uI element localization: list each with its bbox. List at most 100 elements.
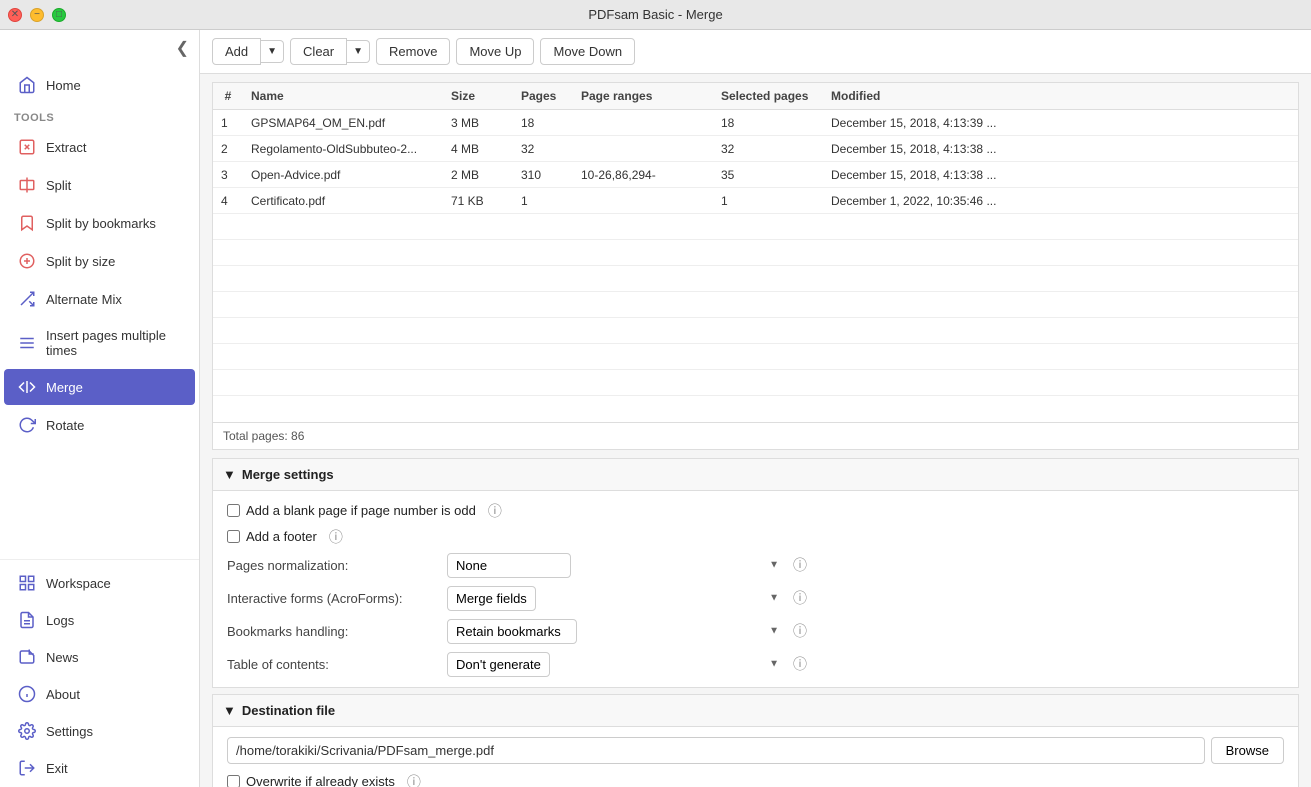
cell-modified: December 15, 2018, 4:13:38 ... (823, 136, 1298, 162)
sidebar-item-about[interactable]: About (4, 676, 195, 712)
add-button[interactable]: Add (212, 38, 261, 65)
sidebar-item-home[interactable]: Home (4, 67, 195, 103)
bookmarks-help-icon[interactable]: ⓘ (793, 621, 807, 641)
destination-path-row: Browse (227, 737, 1284, 764)
toc-row: Table of contents: Don't generate Genera… (227, 652, 1284, 677)
sidebar-item-insert-pages[interactable]: Insert pages multiple times (4, 319, 195, 367)
footer-help-icon[interactable]: ⓘ (329, 527, 343, 547)
sidebar-item-split[interactable]: Split (4, 167, 195, 203)
toc-select-wrapper: Don't generate Generate (447, 652, 787, 677)
sidebar-extract-label: Extract (46, 140, 86, 155)
split-bookmark-icon (18, 214, 36, 232)
logs-icon (18, 611, 36, 629)
sidebar-item-news[interactable]: News (4, 639, 195, 675)
blank-page-row: Add a blank page if page number is odd ⓘ (227, 501, 1284, 521)
col-header-name: Name (243, 83, 443, 110)
sidebar-item-split-by-size[interactable]: Split by size (4, 243, 195, 279)
toc-select[interactable]: Don't generate Generate (447, 652, 550, 677)
interactive-forms-help-icon[interactable]: ⓘ (793, 588, 807, 608)
blank-page-checkbox[interactable] (227, 504, 240, 517)
cell-selected-pages: 32 (713, 136, 823, 162)
table-row-empty (213, 318, 1298, 344)
pages-normalization-select[interactable]: None Normalize to A4 Normalize to letter (447, 553, 571, 578)
table-row-empty (213, 370, 1298, 396)
table-row-empty (213, 240, 1298, 266)
table-row-empty (213, 396, 1298, 422)
destination-title: Destination file (242, 703, 335, 718)
split-icon (18, 176, 36, 194)
sidebar-item-split-by-bookmarks[interactable]: Split by bookmarks (4, 205, 195, 241)
cell-size: 2 MB (443, 162, 513, 188)
tools-section-label: TOOLS (0, 104, 199, 128)
sidebar-logs-label: Logs (46, 613, 74, 628)
cell-name: Open-Advice.pdf (243, 162, 443, 188)
sidebar-split-label: Split (46, 178, 71, 193)
footer-checkbox[interactable] (227, 530, 240, 543)
bookmarks-label: Bookmarks handling: (227, 624, 447, 639)
main-content: Add ▼ Clear ▼ Remove Move Up (200, 30, 1311, 787)
remove-button[interactable]: Remove (376, 38, 450, 65)
cell-num: 2 (213, 136, 243, 162)
table-row[interactable]: 1 GPSMAP64_OM_EN.pdf 3 MB 18 18 December… (213, 110, 1298, 136)
sidebar-split-bookmarks-label: Split by bookmarks (46, 216, 156, 231)
file-table-container: # Name Size Pages Page ranges Selected p… (212, 82, 1299, 423)
bookmarks-select[interactable]: Retain bookmarks Discard bookmarks (447, 619, 577, 644)
sidebar-item-extract[interactable]: Extract (4, 129, 195, 165)
col-header-num: # (213, 83, 243, 110)
merge-settings-header[interactable]: ▼ Merge settings (213, 459, 1298, 491)
interactive-forms-select[interactable]: Merge fields Flatten Discard (447, 586, 536, 611)
alternate-icon (18, 290, 36, 308)
sidebar-item-alternate-mix[interactable]: Alternate Mix (4, 281, 195, 317)
browse-button[interactable]: Browse (1211, 737, 1284, 764)
pages-normalization-help-icon[interactable]: ⓘ (793, 555, 807, 575)
sidebar-collapse-button[interactable]: ❮ (166, 30, 199, 66)
cell-page-ranges: 10-26,86,294- (573, 162, 713, 188)
window-controls: ✕ − □ (8, 8, 66, 22)
clear-dropdown-button[interactable]: ▼ (347, 40, 370, 63)
close-button[interactable]: ✕ (8, 8, 22, 22)
overwrite-row: Overwrite if already exists ⓘ (227, 772, 1284, 787)
interactive-forms-label: Interactive forms (AcroForms): (227, 591, 447, 606)
merge-settings-body: Add a blank page if page number is odd ⓘ… (213, 491, 1298, 687)
table-row[interactable]: 4 Certificato.pdf 71 KB 1 1 December 1, … (213, 188, 1298, 214)
sidebar-item-logs[interactable]: Logs (4, 602, 195, 638)
move-up-button[interactable]: Move Up (456, 38, 534, 65)
clear-button[interactable]: Clear (290, 38, 347, 65)
move-down-button[interactable]: Move Down (540, 38, 635, 65)
sidebar-item-workspace[interactable]: Workspace (4, 565, 195, 601)
maximize-button[interactable]: □ (52, 8, 66, 22)
table-row[interactable]: 3 Open-Advice.pdf 2 MB 310 10-26,86,294-… (213, 162, 1298, 188)
cell-num: 4 (213, 188, 243, 214)
toc-help-icon[interactable]: ⓘ (793, 654, 807, 674)
destination-header[interactable]: ▼ Destination file (213, 695, 1298, 727)
overwrite-help-icon[interactable]: ⓘ (407, 772, 421, 787)
window-title: PDFsam Basic - Merge (588, 7, 722, 22)
sidebar-split-size-label: Split by size (46, 254, 115, 269)
table-row[interactable]: 2 Regolamento-OldSubbuteo-2... 4 MB 32 3… (213, 136, 1298, 162)
col-header-size: Size (443, 83, 513, 110)
overwrite-checkbox[interactable] (227, 775, 240, 787)
sidebar-exit-label: Exit (46, 761, 68, 776)
cell-selected-pages: 18 (713, 110, 823, 136)
blank-page-help-icon[interactable]: ⓘ (488, 501, 502, 521)
toolbar: Add ▼ Clear ▼ Remove Move Up (200, 30, 1311, 74)
sidebar-item-rotate[interactable]: Rotate (4, 407, 195, 443)
sidebar-item-settings[interactable]: Settings (4, 713, 195, 749)
table-row-empty (213, 292, 1298, 318)
sidebar-item-merge[interactable]: Merge (4, 369, 195, 405)
cell-modified: December 15, 2018, 4:13:38 ... (823, 162, 1298, 188)
add-button-group: Add ▼ (212, 38, 284, 65)
sidebar-insert-label: Insert pages multiple times (46, 328, 181, 358)
sidebar-item-exit[interactable]: Exit (4, 750, 195, 786)
col-header-selected-pages: Selected pages (713, 83, 823, 110)
sidebar-rotate-label: Rotate (46, 418, 84, 433)
add-dropdown-button[interactable]: ▼ (261, 40, 284, 63)
merge-settings-title: Merge settings (242, 467, 334, 482)
destination-path-input[interactable] (227, 737, 1205, 764)
sidebar-merge-label: Merge (46, 380, 83, 395)
interactive-forms-select-wrapper: Merge fields Flatten Discard (447, 586, 787, 611)
minimize-button[interactable]: − (30, 8, 44, 22)
info-icon (18, 685, 36, 703)
gear-icon (18, 722, 36, 740)
col-header-pages: Pages (513, 83, 573, 110)
